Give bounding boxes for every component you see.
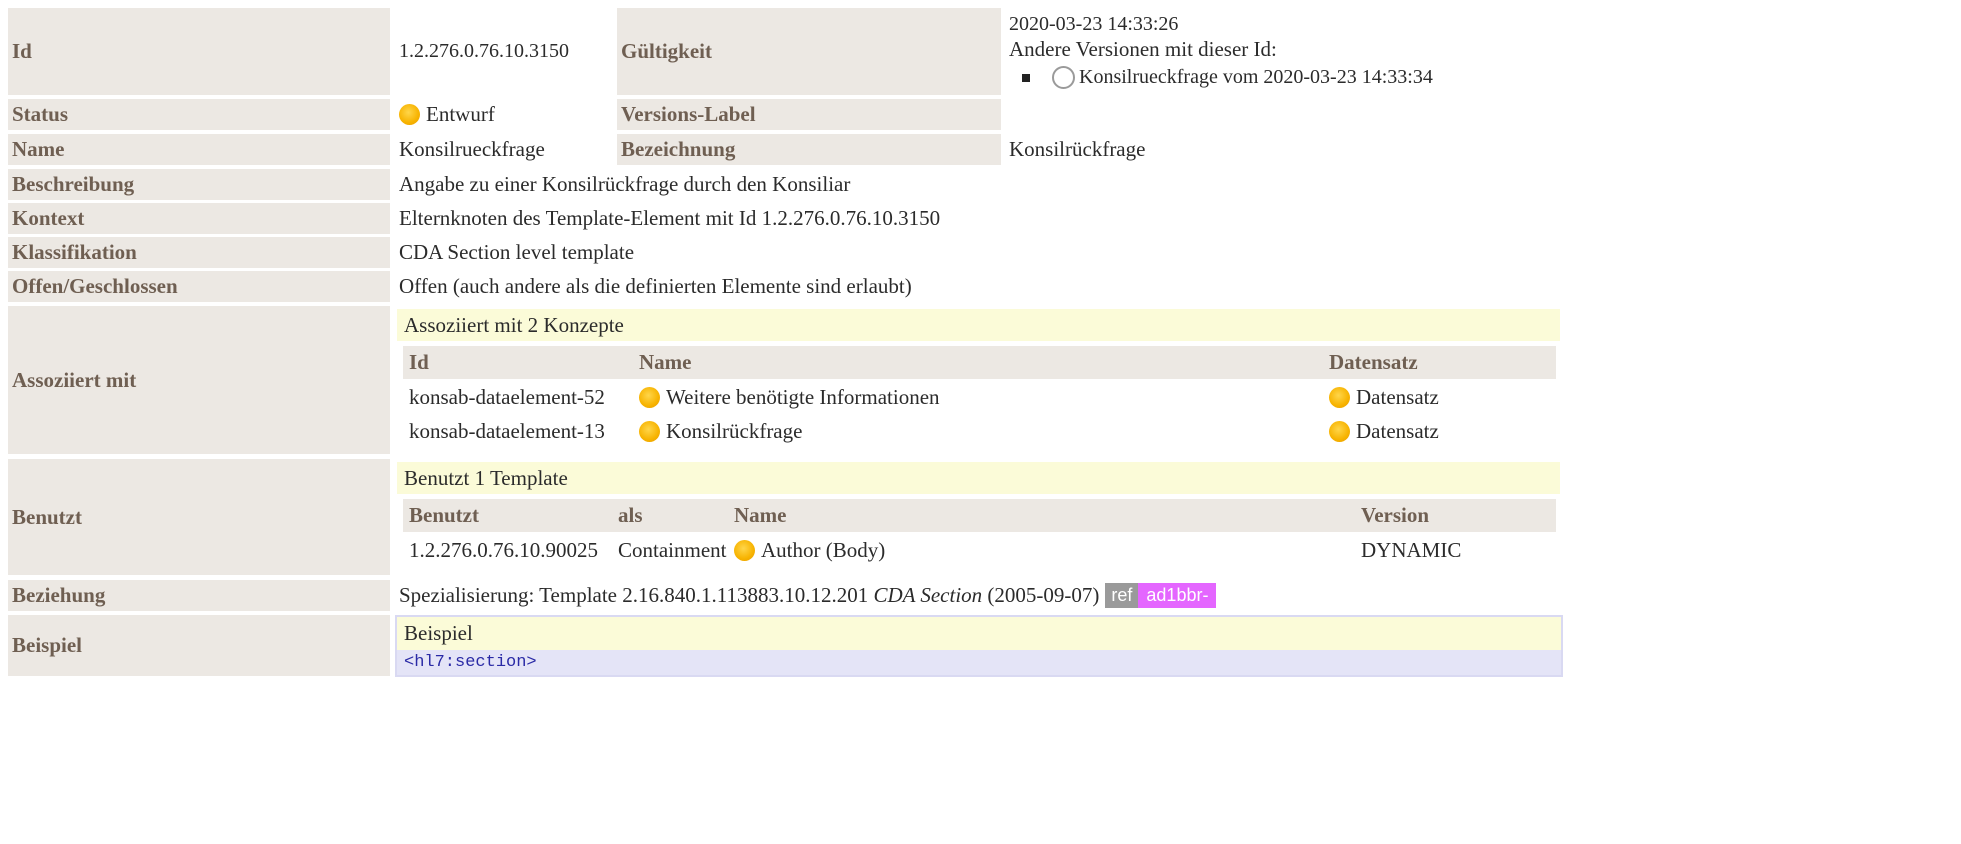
ref-badge: ref xyxy=(1105,583,1139,608)
kontext-value: Elternknoten des Template-Element mit Id… xyxy=(399,206,941,230)
benutzt-header: Benutzt 1 Template xyxy=(397,462,1560,494)
other-version-item[interactable]: Konsilrueckfrage vom 2020-03-23 14:33:34 xyxy=(1022,66,1609,89)
status-dot-icon xyxy=(1329,386,1350,408)
beispiel-header: Beispiel xyxy=(397,617,1561,650)
col-name: Name xyxy=(734,503,787,527)
concept-id: konsab-dataelement-52 xyxy=(409,384,605,409)
radio-icon[interactable] xyxy=(1052,66,1075,89)
validity-label: Gültigkeit xyxy=(617,8,1001,95)
col-als: als xyxy=(618,503,643,527)
beispiel-label: Beispiel xyxy=(8,615,390,676)
other-version-link[interactable]: Konsilrueckfrage vom 2020-03-23 14:33:34 xyxy=(1079,66,1433,89)
assoziiert-label: Assoziiert mit xyxy=(8,306,390,454)
concept-datensatz[interactable]: Datensatz xyxy=(1329,381,1439,413)
beispiel-box: Beispiel <hl7:section> xyxy=(395,615,1563,677)
template-als: Containment xyxy=(618,537,727,562)
beziehung-label: Beziehung xyxy=(8,580,390,611)
col-datensatz: Datensatz xyxy=(1329,350,1418,374)
beschreibung-label: Beschreibung xyxy=(8,169,390,200)
template-name[interactable]: Author (Body) xyxy=(734,534,885,566)
status-dot-icon xyxy=(734,539,755,561)
col-version: Version xyxy=(1361,503,1430,527)
col-id: Id xyxy=(409,350,429,374)
beschreibung-value: Angabe zu einer Konsilrückfrage durch de… xyxy=(399,172,851,196)
bullet-icon xyxy=(1022,73,1030,82)
status-dot-icon xyxy=(399,104,420,125)
name-value: Konsilrueckfrage xyxy=(399,137,545,161)
bezeichnung-label: Bezeichnung xyxy=(617,134,1001,165)
offen-value: Offen (auch andere als die definierten E… xyxy=(399,274,912,298)
status-value: Entwurf xyxy=(395,99,613,130)
concept-datensatz[interactable]: Datensatz xyxy=(1329,415,1439,447)
status-dot-icon xyxy=(639,420,660,442)
code-block: <hl7:section> xyxy=(397,650,1561,675)
benutzt-label: Benutzt xyxy=(8,459,390,575)
col-benutzt: Benutzt xyxy=(409,503,479,527)
klassifikation-value: CDA Section level template xyxy=(399,240,635,264)
klassifikation-label: Klassifikation xyxy=(8,237,390,268)
template-version: DYNAMIC xyxy=(1361,537,1462,562)
bezeichnung-value: Konsilrückfrage xyxy=(1009,137,1146,161)
benutzt-table-header: Benutzt als Name Version xyxy=(403,499,1556,532)
concept-name[interactable]: Konsilrückfrage xyxy=(639,415,802,447)
concept-id: konsab-dataelement-13 xyxy=(409,418,605,443)
validity-block: 2020-03-23 14:33:26 Andere Versionen mit… xyxy=(1009,12,1609,89)
status-dot-icon xyxy=(639,386,660,408)
status-label: Status xyxy=(8,99,390,130)
validity-date: 2020-03-23 14:33:26 xyxy=(1009,13,1179,35)
offen-label: Offen/Geschlossen xyxy=(8,271,390,302)
col-name: Name xyxy=(639,350,692,374)
ref-id-badge[interactable]: ad1bbr- xyxy=(1138,583,1217,608)
status-dot-icon xyxy=(1329,420,1350,442)
assoziiert-header: Assoziiert mit 2 Konzepte xyxy=(397,309,1560,341)
concept-name[interactable]: Weitere benötigte Informationen xyxy=(639,381,940,413)
code-text: <hl7:section> xyxy=(404,653,537,672)
name-label: Name xyxy=(8,134,390,165)
template-id[interactable]: 1.2.276.0.76.10.90025 xyxy=(409,534,598,566)
beziehung-value: Spezialisierung: Template 2.16.840.1.113… xyxy=(395,580,1560,611)
other-versions-label: Andere Versionen mit dieser Id: xyxy=(1009,37,1277,61)
id-label: Id xyxy=(8,8,390,95)
assoziiert-table-header: Id Name Datensatz xyxy=(403,346,1556,379)
version-label-label: Versions-Label xyxy=(617,99,1001,130)
kontext-label: Kontext xyxy=(8,203,390,234)
id-value: 1.2.276.0.76.10.3150 xyxy=(399,40,569,62)
